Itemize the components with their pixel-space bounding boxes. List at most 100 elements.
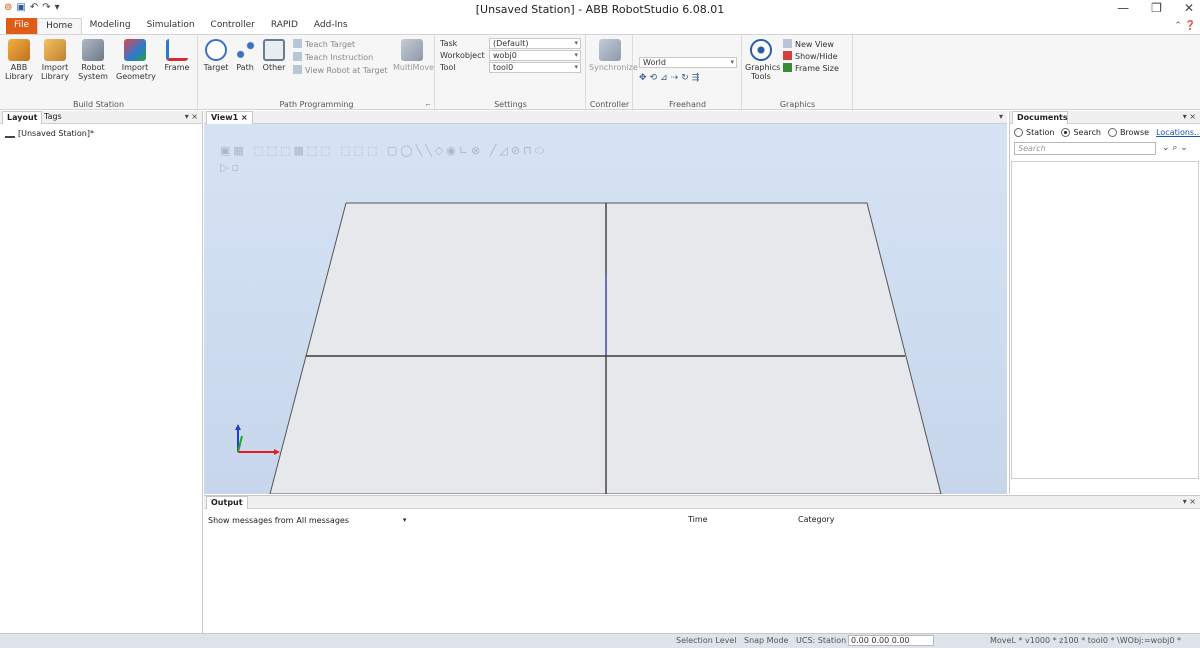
settings-label: Settings — [494, 100, 527, 109]
tab-modeling[interactable]: Modeling — [82, 18, 139, 34]
show-messages-label: Show messages from — [208, 516, 294, 525]
rotate-icon[interactable]: ⟲ — [650, 73, 658, 83]
output-pin-close[interactable]: ▾ × — [1183, 497, 1196, 506]
locations-link[interactable]: Locations... — [1156, 128, 1200, 137]
tab-view1[interactable]: View1 × — [206, 111, 253, 124]
tab-rapid[interactable]: RAPID — [263, 18, 306, 34]
other-button[interactable]: Other — [259, 39, 289, 72]
frame-button[interactable]: Frame — [160, 39, 194, 72]
tab-controller[interactable]: Controller — [203, 18, 263, 34]
view-panel: View1 × ▾ ▣▦ ⬚⬚⬚▩⬚⬚ ⬚⬚⬚ ▢◯╲╲◇◉∟⊗ ╱◿⊘⊓⬭ ▷… — [204, 111, 1007, 494]
graphics-label: Graphics — [779, 100, 816, 109]
import-geometry-button[interactable]: Import Geometry — [116, 39, 156, 81]
station-tree-item[interactable]: [Unsaved Station]* — [5, 129, 94, 138]
task-label: Task — [440, 39, 458, 48]
view-menu-icon[interactable]: ▾ — [999, 112, 1003, 121]
window-controls: — ❐ ✕ — [1117, 1, 1194, 15]
robot-system-button[interactable]: Robot System — [76, 39, 110, 81]
target-button[interactable]: Target — [201, 39, 231, 72]
teach-target-button[interactable]: Teach Target — [293, 39, 355, 50]
controller-label: Controller — [589, 100, 630, 109]
build-station-label: Build Station — [72, 100, 125, 109]
view-panel-header: View1 × ▾ — [204, 111, 1007, 124]
tool-label: Tool — [440, 63, 456, 72]
message-filter-combo[interactable]: All messages — [296, 515, 406, 526]
tab-output[interactable]: Output — [206, 496, 248, 509]
radio-browse[interactable] — [1107, 128, 1117, 137]
task-combo[interactable]: (Default) — [489, 38, 581, 49]
output-panel-header: Output ▾ × — [204, 496, 1200, 509]
view-robot-icon — [293, 65, 302, 74]
category-column-header[interactable]: Category — [798, 515, 835, 524]
synchronize-button[interactable]: Synchronize — [589, 39, 638, 72]
frame-size-icon — [783, 63, 792, 72]
restore-icon[interactable]: ❐ — [1151, 1, 1162, 15]
documents-results-list[interactable] — [1011, 161, 1199, 479]
ground-plane — [235, 202, 942, 494]
ucs-axis-indicator — [235, 424, 280, 455]
jog-reorient-icon[interactable]: ↻ — [681, 73, 689, 83]
group-path-programming: Target Path Other Teach Target Teach Ins… — [199, 35, 435, 111]
group-controller: Synchronize Controller — [587, 35, 638, 111]
move-instruction-settings[interactable]: MoveL * v1000 * z100 * tool0 * \WObj:=wo… — [990, 636, 1181, 645]
robot-system-icon — [82, 39, 104, 61]
group-freehand: World ✥ ⟲ ⊿ ⇢ ↻ ⇶ Freehand — [634, 35, 742, 111]
tool-combo[interactable]: tool0 — [489, 62, 581, 73]
workobject-combo[interactable]: wobj0 — [489, 50, 581, 61]
reference-combo[interactable]: World — [639, 57, 737, 68]
ribbon-tab-row: File Home Modeling Simulation Controller… — [0, 18, 1200, 34]
radio-search[interactable] — [1061, 128, 1071, 137]
move-icon[interactable]: ✥ — [639, 73, 647, 83]
group-graphics: Graphics Tools New View Show/Hide Frame … — [743, 35, 853, 111]
target-icon — [205, 39, 227, 61]
tab-add-ins[interactable]: Add-Ins — [306, 18, 356, 34]
group-settings: Task Workobject Tool (Default) wobj0 too… — [436, 35, 586, 111]
show-hide-icon — [783, 51, 792, 60]
title-bar: ⊚ ▣ ↶ ↷ ▾ [Unsaved Station] - ABB RobotS… — [0, 0, 1200, 18]
output-panel: Output ▾ × Show messages from All messag… — [204, 495, 1200, 633]
tab-home[interactable]: Home — [37, 18, 82, 34]
jog-joint-icon[interactable]: ⊿ — [660, 73, 668, 83]
documents-search-input[interactable]: Search — [1014, 142, 1156, 155]
path-icon — [234, 39, 256, 61]
tab-layout[interactable]: Layout — [2, 111, 43, 124]
ribbon: ABB Library Import Library Robot System … — [0, 34, 1200, 111]
abb-library-button[interactable]: ABB Library — [2, 39, 36, 81]
selection-level-dropdown[interactable]: Selection Level — [676, 636, 737, 645]
help-icon[interactable]: ⌃ ❓ — [1174, 21, 1196, 31]
window-title: [Unsaved Station] - ABB RobotStudio 6.08… — [475, 3, 725, 16]
jog-linear-icon[interactable]: ⇢ — [671, 73, 679, 83]
layout-pin-close[interactable]: ▾ × — [185, 112, 198, 121]
ucs-coordinates-field[interactable]: 0.00 0.00 0.00 — [848, 635, 934, 646]
teach-instruction-icon — [293, 52, 302, 61]
tab-tags[interactable]: Tags — [40, 111, 66, 124]
eye-icon — [750, 39, 772, 61]
dialog-launcher-icon[interactable]: ⌐ — [425, 101, 431, 109]
teach-instruction-button[interactable]: Teach Instruction — [293, 52, 373, 63]
multimove-icon — [401, 39, 423, 61]
3d-viewport[interactable]: ▣▦ ⬚⬚⬚▩⬚⬚ ⬚⬚⬚ ▢◯╲╲◇◉∟⊗ ╱◿⊘⊓⬭ ▷▫ — [204, 124, 1007, 494]
path-programming-label: Path Programming — [279, 100, 354, 109]
close-icon[interactable]: ✕ — [1184, 1, 1194, 15]
multi-robot-jog-icon[interactable]: ⇶ — [692, 73, 700, 83]
radio-station[interactable] — [1014, 128, 1023, 137]
tab-documents[interactable]: Documents — [1012, 111, 1068, 124]
snap-mode-dropdown[interactable]: Snap Mode — [744, 636, 788, 645]
import-library-button[interactable]: Import Library — [38, 39, 72, 81]
close-view-icon[interactable]: × — [241, 113, 248, 122]
view-robot-at-target-button[interactable]: View Robot at Target — [293, 65, 388, 76]
path-button[interactable]: Path — [231, 39, 259, 72]
documents-panel-header: Documents ▾ × — [1010, 111, 1200, 124]
time-column-header[interactable]: Time — [688, 515, 708, 524]
graphics-tools-button[interactable]: Graphics Tools — [745, 39, 780, 81]
documents-pin-close[interactable]: ▾ × — [1183, 112, 1196, 121]
synchronize-icon — [599, 39, 621, 61]
multimove-button[interactable]: MultiMove — [393, 39, 434, 72]
search-icon[interactable]: ⌄ ⌕ ⌄ — [1162, 143, 1188, 153]
new-view-button[interactable]: New View — [783, 39, 834, 50]
tab-file[interactable]: File — [6, 18, 38, 34]
frame-size-button[interactable]: Frame Size — [783, 63, 839, 74]
minimize-icon[interactable]: — — [1117, 1, 1129, 15]
show-hide-button[interactable]: Show/Hide — [783, 51, 838, 62]
tab-simulation[interactable]: Simulation — [139, 18, 203, 34]
